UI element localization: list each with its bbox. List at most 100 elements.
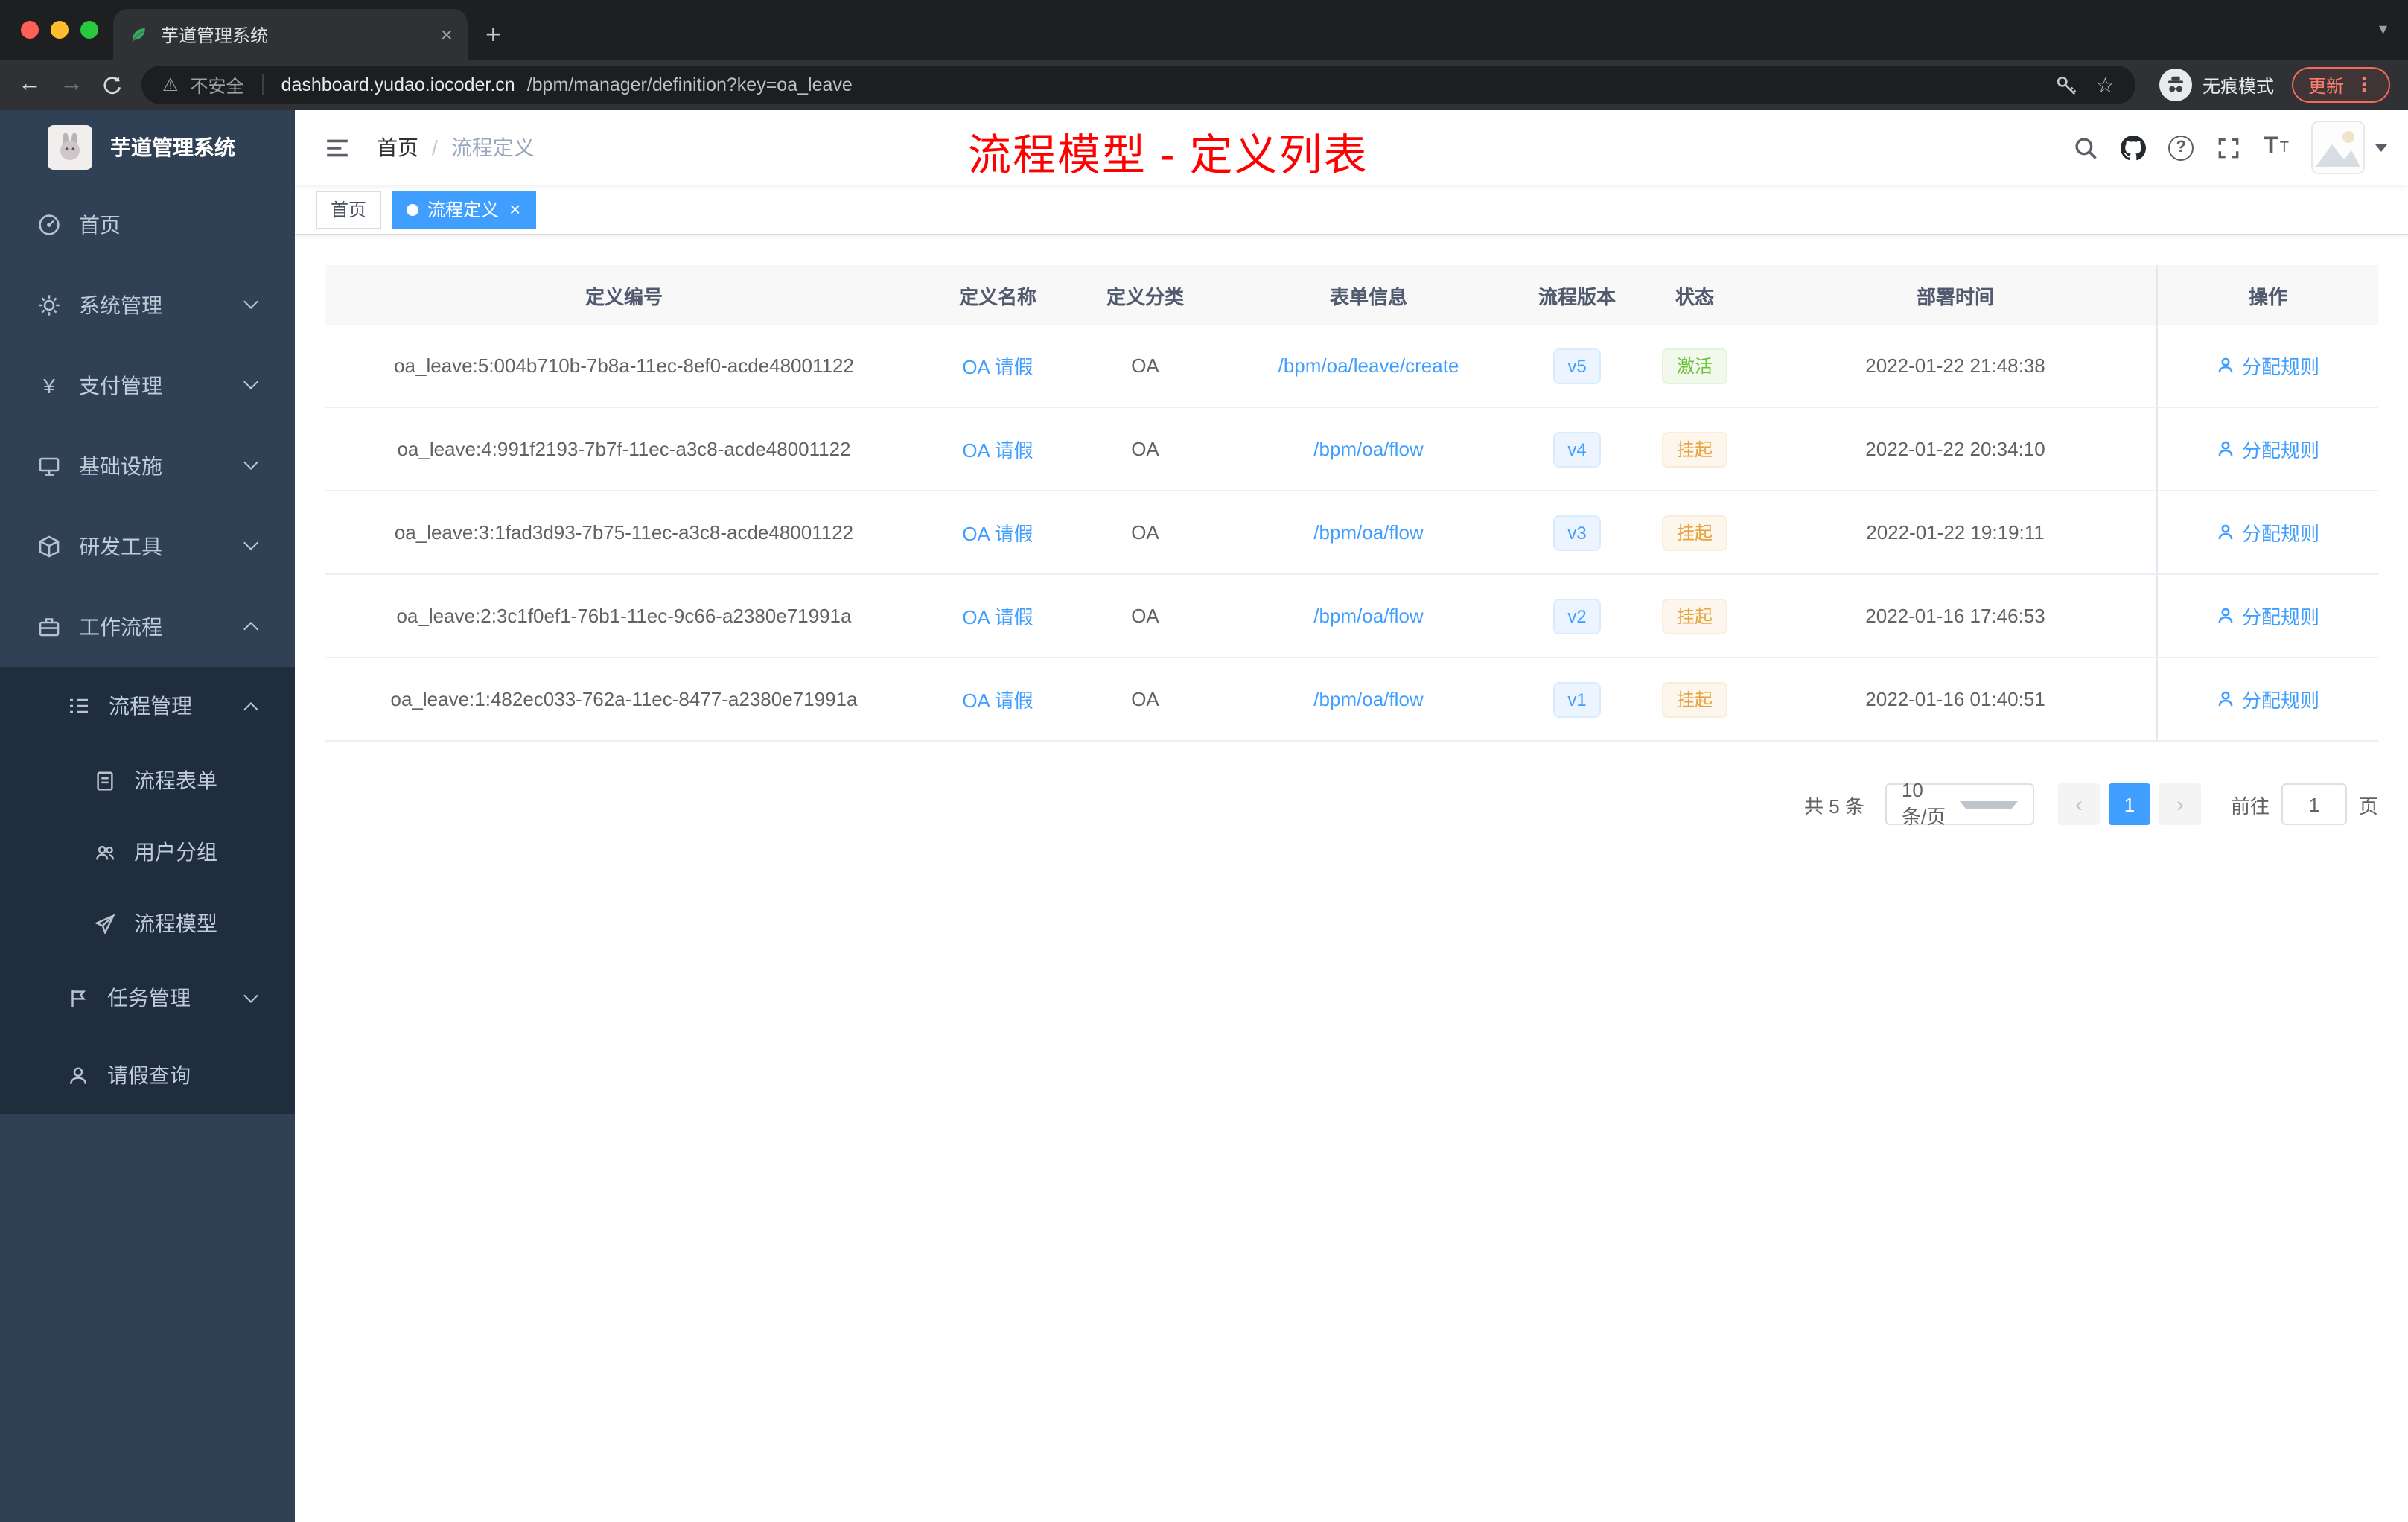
search-icon[interactable]	[2073, 135, 2098, 160]
browser-tab-strip: 芋道管理系统 × + ▾	[0, 0, 2408, 60]
maximize-window-button[interactable]	[80, 21, 98, 39]
browser-tab[interactable]: 芋道管理系统 ×	[113, 9, 468, 60]
person-icon	[2219, 524, 2234, 540]
assign-rule-link[interactable]: 分配规则	[2217, 518, 2319, 547]
chevron-down-icon	[243, 455, 258, 470]
tag-close-icon[interactable]: ×	[509, 200, 520, 219]
window-controls	[21, 21, 98, 39]
incognito-label: 无痕模式	[2202, 75, 2274, 96]
sidebar-item-infrastructure[interactable]: 基础设施	[0, 426, 295, 506]
new-tab-button[interactable]: +	[485, 21, 501, 48]
sidebar-item-label: 首页	[79, 213, 121, 237]
deploy-time: 2022-01-22 19:19:11	[1866, 521, 2045, 544]
definition-name-link[interactable]: OA 请假	[962, 685, 1033, 713]
help-icon[interactable]: ?	[2168, 135, 2194, 160]
font-size-icon[interactable]: TT	[2264, 134, 2289, 161]
tag-label: 首页	[331, 200, 367, 220]
breadcrumb-home[interactable]: 首页	[377, 133, 418, 162]
back-icon[interactable]: ←	[18, 72, 42, 97]
key-icon[interactable]	[2056, 74, 2078, 96]
pagination-total: 共 5 条	[1804, 795, 1864, 817]
sidebar-item-home[interactable]: 首页	[0, 185, 295, 265]
sidebar-item-system[interactable]: 系统管理	[0, 265, 295, 346]
tab-title: 芋道管理系统	[161, 25, 269, 45]
col-header-form-info: 表单信息	[1329, 285, 1407, 308]
form-info-link[interactable]: /bpm/oa/flow	[1313, 438, 1423, 460]
tab-close-icon[interactable]: ×	[441, 24, 453, 45]
sidebar-item-payment[interactable]: ¥ 支付管理	[0, 346, 295, 426]
chevron-up-icon	[243, 622, 258, 637]
chevron-down-icon	[243, 535, 258, 550]
tag-process-definition[interactable]: 流程定义 ×	[392, 190, 536, 229]
list-icon	[67, 694, 91, 718]
definition-id: oa_leave:1:482ec033-762a-11ec-8477-a2380…	[390, 688, 858, 710]
col-header-version: 流程版本	[1538, 285, 1616, 308]
security-warning-icon[interactable]: ⚠	[162, 74, 179, 95]
page-number-1[interactable]: 1	[2108, 783, 2150, 825]
hamburger-icon[interactable]	[316, 135, 359, 160]
incognito-spy-icon	[2159, 69, 2192, 101]
page-goto-input[interactable]	[2281, 783, 2347, 825]
definition-name-link[interactable]: OA 请假	[962, 602, 1033, 630]
chevron-down-icon	[243, 988, 258, 1003]
definition-name-link[interactable]: OA 请假	[962, 435, 1033, 463]
bookmark-star-icon[interactable]: ☆	[2096, 72, 2115, 98]
sidebar-item-leave-query[interactable]: 请假查询	[0, 1037, 295, 1114]
goto-label: 前往	[2230, 795, 2270, 817]
tab-search-chevron-icon[interactable]: ▾	[2379, 19, 2387, 39]
person-icon	[2219, 691, 2234, 707]
close-window-button[interactable]	[21, 21, 39, 39]
form-info-link[interactable]: /bpm/oa/flow	[1313, 688, 1423, 710]
status-badge: 挂起	[1661, 598, 1727, 634]
security-label: 不安全	[190, 75, 244, 96]
breadcrumb-separator: /	[432, 136, 438, 159]
forward-icon[interactable]: →	[60, 72, 83, 97]
page-size-value: 10条/页	[1901, 779, 1946, 828]
definition-name-link[interactable]: OA 请假	[962, 351, 1033, 380]
sidebar-item-task-management[interactable]: 任务管理	[0, 959, 295, 1037]
form-info-link[interactable]: /bpm/oa/flow	[1313, 521, 1423, 544]
sidebar-item-process-form[interactable]: 流程表单	[0, 745, 295, 816]
next-page-button[interactable]: ›	[2159, 783, 2201, 825]
kebab-menu-icon[interactable]: ⋮	[2354, 73, 2374, 97]
page-size-select[interactable]: 10条/页	[1885, 779, 2034, 828]
assign-rule-link[interactable]: 分配规则	[2217, 685, 2319, 713]
definition-name-link[interactable]: OA 请假	[962, 518, 1033, 547]
fullscreen-icon[interactable]	[2216, 135, 2241, 160]
sidebar-item-process-model[interactable]: 流程模型	[0, 888, 295, 959]
chevron-down-icon	[1959, 800, 2018, 808]
app-logo[interactable]: 芋道管理系统	[0, 110, 295, 185]
definition-category: OA	[1131, 521, 1159, 544]
assign-rule-link[interactable]: 分配规则	[2217, 351, 2319, 380]
minimize-window-button[interactable]	[51, 21, 69, 39]
incognito-badge: 无痕模式	[2159, 69, 2274, 101]
definition-category: OA	[1131, 354, 1159, 377]
prev-page-button[interactable]: ‹	[2057, 783, 2100, 825]
update-label: 更新	[2307, 75, 2344, 96]
sidebar-item-label: 任务管理	[107, 986, 191, 1010]
url-path: /bpm/manager/definition?key=oa_leave	[526, 74, 853, 95]
deploy-time: 2022-01-16 01:40:51	[1865, 688, 2045, 710]
address-bar[interactable]: ⚠ 不安全 dashboard.yudao.iocoder.cn/bpm/man…	[141, 66, 2135, 104]
sidebar-item-label: 支付管理	[79, 374, 162, 398]
person-icon	[2219, 357, 2234, 373]
assign-rule-link[interactable]: 分配规则	[2217, 602, 2319, 630]
refresh-icon[interactable]	[101, 74, 124, 96]
user-menu[interactable]	[2311, 121, 2387, 174]
tags-view: 首页 流程定义 ×	[295, 185, 2408, 235]
sidebar-item-workflow[interactable]: 工作流程	[0, 587, 295, 667]
browser-update-menu[interactable]: 更新 ⋮	[2291, 67, 2390, 103]
sidebar-item-user-group[interactable]: 用户分组	[0, 816, 295, 888]
form-info-link[interactable]: /bpm/oa/flow	[1313, 605, 1423, 627]
tag-home[interactable]: 首页	[316, 190, 382, 229]
navbar-actions: ? TT	[2073, 121, 2387, 174]
chevron-down-icon	[243, 375, 258, 389]
github-icon[interactable]	[2121, 135, 2147, 160]
sidebar-item-devtools[interactable]: 研发工具	[0, 506, 295, 587]
omnibox-divider	[261, 74, 264, 95]
sidebar-item-process-management[interactable]: 流程管理	[0, 667, 295, 745]
status-badge: 挂起	[1661, 681, 1727, 717]
form-info-link[interactable]: /bpm/oa/leave/create	[1278, 354, 1459, 377]
definition-category: OA	[1131, 605, 1159, 627]
assign-rule-link[interactable]: 分配规则	[2217, 435, 2319, 463]
